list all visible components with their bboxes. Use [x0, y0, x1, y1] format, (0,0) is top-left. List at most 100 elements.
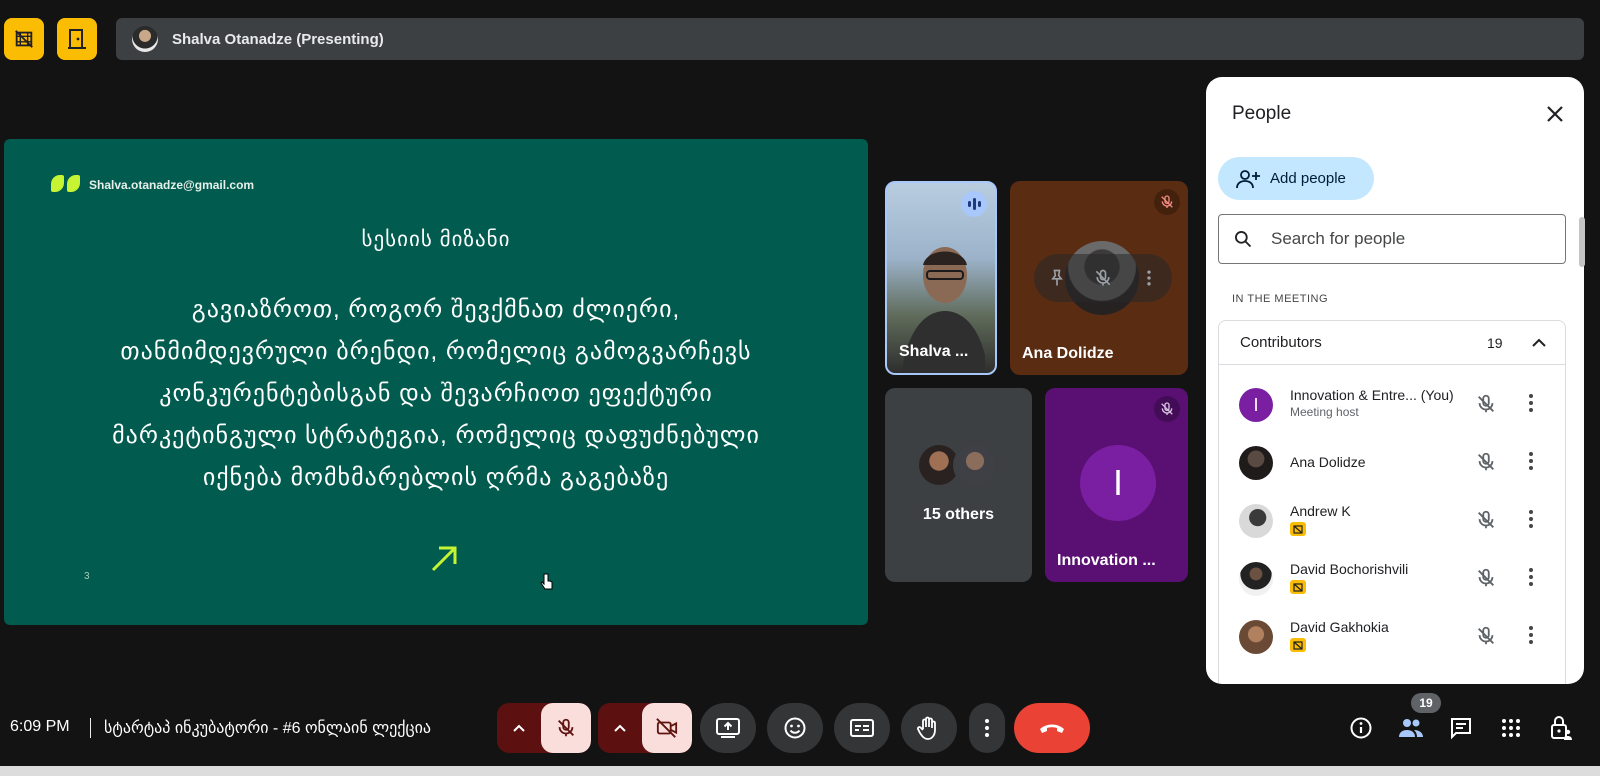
mic-off-icon[interactable] — [1475, 393, 1497, 415]
video-tile-shalva[interactable]: Shalva ... — [885, 181, 997, 375]
panel-title: People — [1232, 103, 1292, 124]
list-item[interactable]: David Bochorishvili — [1219, 549, 1565, 607]
video-tile-others[interactable]: 15 others — [885, 388, 1032, 582]
mic-toggle-button[interactable] — [541, 703, 591, 753]
search-box[interactable] — [1218, 214, 1566, 264]
contributors-list: Contributors 19 I Innovation & Entre... … — [1218, 320, 1566, 684]
avatar — [1239, 504, 1273, 538]
present-screen-button[interactable] — [700, 703, 756, 753]
avatar — [953, 443, 997, 487]
video-tile-innovation[interactable]: I Innovation ... — [1045, 388, 1188, 582]
mic-off-icon[interactable] — [1475, 509, 1497, 531]
chat-icon — [1451, 718, 1471, 740]
video-options-button[interactable] — [598, 703, 642, 753]
avatar — [1239, 562, 1273, 596]
tile-name: Ana Dolidze — [1022, 345, 1114, 362]
close-icon[interactable] — [1540, 99, 1570, 129]
slide-body-line: კონკურენტებისგან და შევარჩიოთ ეფექტური — [159, 380, 713, 407]
door-icon — [68, 29, 86, 49]
slide-email: Shalva.otanadze@gmail.com — [89, 178, 255, 192]
more-vert-icon[interactable] — [1139, 268, 1159, 288]
presentation-badge-icon — [1290, 522, 1306, 536]
slide-body-line: თანმიმდევრული ბრენდი, რომელიც გამოგვარჩე… — [120, 338, 752, 365]
speaking-indicator-icon — [961, 191, 987, 217]
chat-button[interactable] — [1445, 712, 1477, 744]
closed-caption-icon — [850, 719, 874, 737]
presentation-badge-icon — [1290, 638, 1306, 652]
add-people-label: Add people — [1270, 170, 1346, 187]
list-item[interactable]: Andrew K — [1219, 491, 1565, 549]
participant-name: Innovation & Entre... (You) — [1290, 387, 1454, 403]
hand-cursor-icon — [540, 573, 553, 590]
search-icon — [1235, 231, 1252, 248]
participant-name: Andrew K — [1290, 503, 1351, 519]
slide-body-line: იქნება მომხმარებლის ღრმა გაგებაზე — [202, 464, 670, 491]
more-vert-icon[interactable] — [1527, 566, 1535, 588]
activities-button[interactable] — [1495, 712, 1527, 744]
contributors-count: 19 — [1487, 334, 1503, 351]
tile-name: Innovation ... — [1057, 552, 1156, 569]
search-input[interactable] — [1271, 229, 1541, 249]
no-video-warning-button[interactable] — [4, 18, 44, 60]
slide-body: გავიაზროთ, როგორ შევქმნათ ძლიერი, თანმიმ… — [94, 289, 778, 499]
slide-body-line: მარკეტინგული სტრატეგია, რომელიც დაფუძნებ… — [112, 422, 760, 449]
present-to-all-icon — [716, 718, 740, 738]
camera-control-group — [598, 703, 692, 753]
slide-title: სესიის მიზანი — [361, 228, 511, 251]
people-count-badge: 19 — [1411, 693, 1441, 713]
slide-page-number: 3 — [84, 571, 90, 582]
videocam-off-icon — [656, 718, 678, 738]
people-icon — [1399, 719, 1423, 737]
person-add-icon — [1236, 169, 1260, 188]
divider — [90, 718, 91, 738]
audio-options-button[interactable] — [497, 703, 541, 753]
others-avatars — [917, 443, 1005, 489]
people-button[interactable] — [1395, 712, 1427, 744]
meeting-details-button[interactable] — [1345, 712, 1377, 744]
chevron-up-icon[interactable] — [1529, 333, 1549, 353]
list-item[interactable]: I Innovation & Entre... (You) Meeting ho… — [1219, 375, 1565, 433]
mic-off-icon — [1154, 396, 1180, 422]
avatar: I — [1239, 388, 1273, 422]
clock: 6:09 PM — [10, 718, 70, 735]
participant-role: Meeting host — [1290, 405, 1359, 419]
participant-name: Ana Dolidze — [1290, 454, 1366, 470]
presenter-avatar — [132, 26, 158, 52]
add-people-button[interactable]: Add people — [1218, 157, 1374, 200]
arrow-up-right-icon — [431, 546, 457, 572]
more-vert-icon — [985, 719, 989, 737]
list-item[interactable]: David Gakhokia — [1219, 607, 1565, 665]
call-end-icon — [1040, 724, 1064, 733]
contributors-header[interactable]: Contributors 19 — [1219, 321, 1565, 365]
mic-off-icon — [558, 718, 574, 737]
raise-hand-button[interactable] — [901, 703, 957, 753]
taskbar-strip — [0, 766, 1600, 776]
more-vert-icon[interactable] — [1527, 450, 1535, 472]
list-item[interactable]: Ana Dolidze — [1219, 433, 1565, 491]
mic-off-icon[interactable] — [1475, 625, 1497, 647]
mic-off-icon[interactable] — [1475, 567, 1497, 589]
presenting-bar[interactable]: Shalva Otanadze (Presenting) — [116, 18, 1584, 60]
mute-participant-icon[interactable] — [1093, 268, 1113, 288]
avatar — [1239, 446, 1273, 480]
mic-off-icon[interactable] — [1475, 451, 1497, 473]
panel-scrollbar[interactable] — [1579, 217, 1585, 267]
mic-control-group — [497, 703, 591, 753]
video-tile-ana[interactable]: Ana Dolidze — [1010, 181, 1188, 375]
captions-button[interactable] — [834, 703, 890, 753]
pin-icon[interactable] — [1047, 268, 1067, 288]
section-label: IN THE MEETING — [1232, 293, 1329, 305]
end-call-button[interactable] — [1014, 703, 1090, 753]
more-vert-icon[interactable] — [1527, 392, 1535, 414]
camera-toggle-button[interactable] — [642, 703, 692, 753]
leave-door-button[interactable] — [57, 18, 97, 60]
more-vert-icon[interactable] — [1527, 624, 1535, 646]
slide-body-line: გავიაზროთ, როგორ შევქმნათ ძლიერი, — [191, 296, 681, 323]
reactions-button[interactable] — [767, 703, 823, 753]
host-controls-button[interactable] — [1545, 712, 1577, 744]
more-options-button[interactable] — [969, 703, 1005, 753]
tile-name: Shalva ... — [899, 343, 969, 360]
emoji-icon — [784, 717, 806, 739]
more-vert-icon[interactable] — [1527, 508, 1535, 530]
film-off-icon — [15, 30, 33, 48]
